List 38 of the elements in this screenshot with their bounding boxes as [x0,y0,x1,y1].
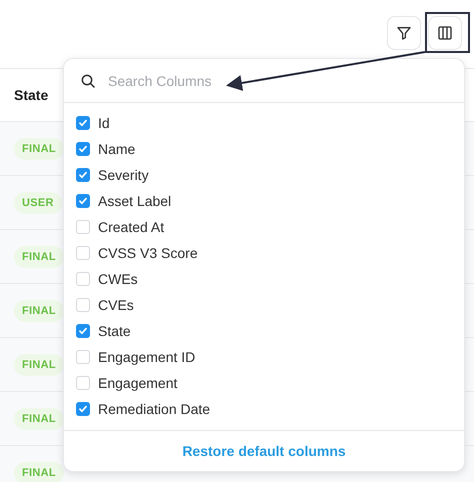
check-icon [78,326,88,336]
column-option: CVEs [98,297,134,313]
state-badge: FINAL [14,462,64,482]
search-icon [80,72,96,88]
checkbox[interactable] [76,116,90,130]
column-option: Name [98,141,136,157]
check-icon [78,170,88,180]
column-option: State [98,323,131,339]
checkbox[interactable] [76,402,90,416]
state-badge: FINAL [14,246,64,268]
state-badge: FINAL [14,354,64,376]
restore-defaults-link[interactable]: Restore default columns [182,443,346,459]
column-option: Id [98,115,110,131]
column-option: Engagement [98,375,178,391]
columns-button[interactable] [428,16,462,50]
check-icon [78,144,88,154]
state-badge: USER [14,192,62,214]
columns-icon [437,25,453,41]
column-option: CVSS V3 Score [98,245,198,261]
column-header: State [14,87,48,103]
checkbox[interactable] [76,168,90,182]
column-option: Severity [98,167,149,183]
check-icon [78,404,88,414]
column-option: CWEs [98,271,138,287]
state-badge: FINAL [14,300,64,322]
column-option: Remediation Date [98,401,210,417]
checkbox[interactable] [76,194,90,208]
checkbox[interactable] [76,324,90,338]
column-option: Asset Label [98,193,172,209]
state-badge: FINAL [14,138,64,160]
check-icon [78,196,88,206]
filter-button[interactable] [387,16,421,50]
column-option: Created At [98,219,164,235]
filter-icon [396,25,412,41]
checkbox[interactable] [76,142,90,156]
state-badge: FINAL [14,408,64,430]
check-icon [78,118,88,128]
column-option: Engagement ID [98,349,196,365]
